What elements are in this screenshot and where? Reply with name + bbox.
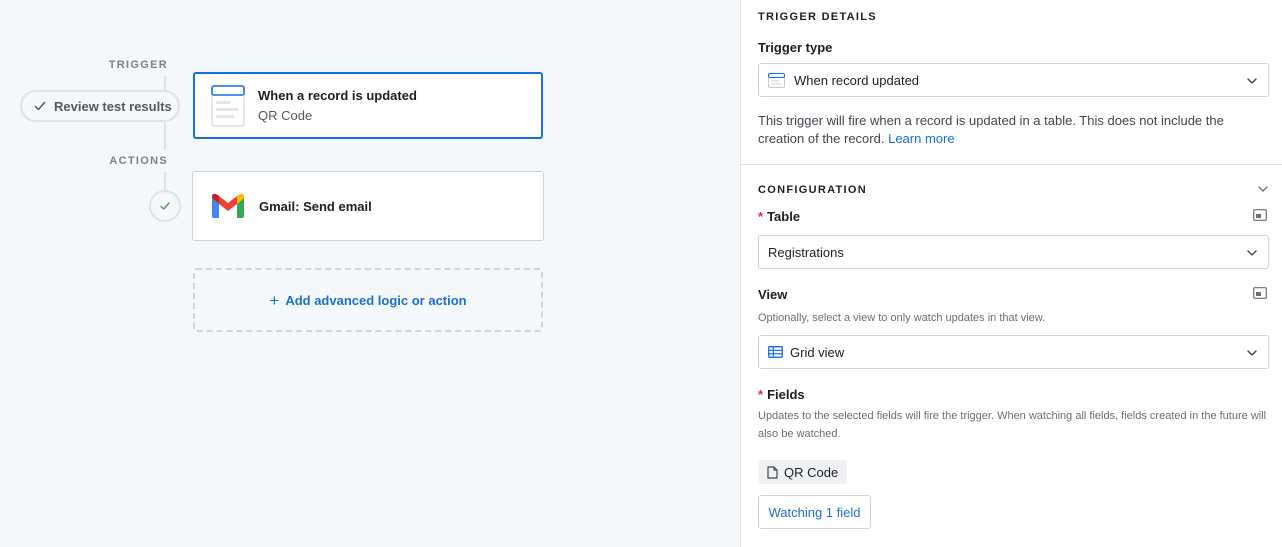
collapse-chevron-icon[interactable] — [1257, 183, 1269, 195]
view-select[interactable]: Grid view — [758, 335, 1269, 369]
table-label-text: Table — [767, 209, 801, 224]
required-asterisk: * — [758, 387, 764, 402]
table-select[interactable]: Registrations — [758, 235, 1269, 269]
view-label: View — [758, 287, 788, 302]
trigger-type-select[interactable]: When record updated — [758, 63, 1269, 97]
record-form-icon — [211, 84, 245, 127]
trigger-section-label: TRIGGER — [108, 59, 168, 71]
learn-more-link[interactable]: Learn more — [888, 131, 954, 146]
field-chip-qr-code: QR Code — [758, 460, 847, 484]
fields-label-text: Fields — [767, 387, 805, 402]
table-label: * Table — [758, 209, 1269, 224]
actions-section-label: ACTIONS — [109, 155, 168, 167]
connector-line — [164, 76, 166, 90]
action-status-check — [149, 190, 181, 222]
required-asterisk: * — [758, 209, 764, 224]
trigger-card-title: When a record is updated — [258, 88, 417, 103]
fields-label: * Fields — [758, 387, 1269, 402]
section-divider — [741, 164, 1282, 165]
trigger-type-label: Trigger type — [758, 40, 833, 55]
workflow-canvas: TRIGGER Review test results ACTIONS When… — [0, 0, 740, 547]
check-icon — [34, 101, 46, 111]
trigger-details-panel: TRIGGER DETAILS Trigger type When record… — [740, 0, 1282, 547]
connector-line — [164, 172, 166, 190]
expand-panel-icon[interactable] — [1253, 287, 1267, 299]
fields-help-text: Updates to the selected fields will fire… — [758, 410, 1267, 440]
watching-fields-button[interactable]: Watching 1 field — [758, 495, 871, 529]
field-chip-label: QR Code — [784, 464, 839, 480]
view-select-value: Grid view — [790, 344, 845, 360]
configuration-heading: CONFIGURATION — [758, 184, 867, 196]
add-advanced-logic-button[interactable]: + Add advanced logic or action — [193, 268, 543, 332]
trigger-card-subtitle: QR Code — [258, 108, 313, 123]
action-card-gmail[interactable]: Gmail: Send email — [192, 171, 544, 241]
trigger-description-text: This trigger will fire when a record is … — [758, 113, 1224, 146]
trigger-card[interactable]: When a record is updated QR Code — [193, 72, 543, 139]
trigger-type-value: When record updated — [794, 72, 920, 88]
chevron-down-icon — [1247, 250, 1257, 256]
chevron-down-icon — [1247, 78, 1257, 84]
add-action-label: Add advanced logic or action — [285, 292, 467, 308]
grid-view-icon — [768, 346, 783, 358]
check-icon — [160, 202, 170, 210]
action-card-title: Gmail: Send email — [259, 198, 372, 214]
review-test-results-button[interactable]: Review test results — [20, 90, 180, 122]
trigger-details-heading: TRIGGER DETAILS — [758, 11, 877, 23]
document-icon — [767, 465, 778, 479]
gmail-logo-icon — [212, 193, 244, 218]
chevron-down-icon — [1247, 350, 1257, 356]
connector-line — [164, 122, 166, 150]
table-select-value: Registrations — [768, 244, 844, 260]
record-updated-icon — [768, 72, 785, 88]
trigger-description: This trigger will fire when a record is … — [758, 112, 1248, 148]
review-button-label: Review test results — [54, 98, 172, 114]
plus-icon: + — [269, 290, 280, 310]
expand-panel-icon[interactable] — [1253, 209, 1267, 221]
view-help-text: Optionally, select a view to only watch … — [758, 312, 1046, 324]
automation-editor: TRIGGER Review test results ACTIONS When… — [0, 0, 1282, 547]
